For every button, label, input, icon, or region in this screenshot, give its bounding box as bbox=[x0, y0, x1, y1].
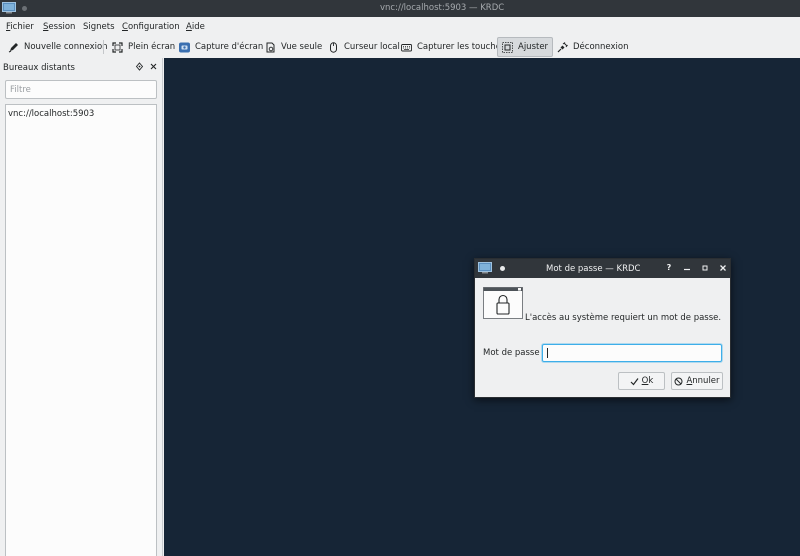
minimize-icon[interactable] bbox=[682, 263, 692, 273]
local-cursor-label: Curseur local bbox=[344, 42, 400, 52]
pen-icon bbox=[8, 42, 18, 52]
dialog-titlebar: Mot de passe — KRDC ? bbox=[475, 259, 730, 278]
scale-label: Ajuster bbox=[518, 42, 549, 52]
password-dialog: Mot de passe — KRDC ? L'accès au système… bbox=[474, 258, 731, 398]
disconnect-button[interactable]: Déconnexion bbox=[552, 37, 633, 57]
dialog-message: L'accès au système requiert un mot de pa… bbox=[525, 313, 722, 323]
list-item[interactable]: vnc://localhost:5903 bbox=[8, 109, 94, 119]
cancel-label: nnuler bbox=[692, 376, 720, 386]
password-label: Mot de passe : bbox=[483, 348, 546, 358]
window-titlebar: vnc://localhost:5903 — KRDC bbox=[0, 0, 800, 17]
cancel-button[interactable]: Annuler bbox=[671, 372, 723, 390]
disconnect-icon bbox=[557, 41, 568, 52]
menubar: Fichier Session Signets Configuration Ai… bbox=[0, 17, 800, 36]
menu-signets[interactable]: Signets bbox=[83, 22, 115, 32]
new-connection-button[interactable]: Nouvelle connexion bbox=[3, 37, 113, 57]
close-icon[interactable] bbox=[718, 263, 728, 273]
remote-desktops-panel: Bureaux distants vnc://localhost:5903 bbox=[0, 58, 163, 556]
keyboard-icon bbox=[401, 43, 412, 51]
scale-icon bbox=[502, 41, 513, 53]
krdc-app-icon[interactable] bbox=[478, 262, 492, 274]
filter-input[interactable] bbox=[5, 80, 157, 99]
grab-keys-label: Capturer les touches bbox=[417, 42, 506, 52]
menu-label: onfiguration bbox=[127, 22, 180, 32]
ok-button[interactable]: Ok bbox=[618, 372, 665, 390]
screenshot-button[interactable]: Capture d'écran bbox=[174, 37, 268, 57]
menu-label: ide bbox=[191, 22, 205, 32]
disconnect-label: Déconnexion bbox=[573, 42, 629, 52]
password-input[interactable] bbox=[542, 344, 722, 362]
toolbar-separator bbox=[103, 40, 104, 54]
float-icon[interactable] bbox=[135, 62, 144, 71]
dialog-title: Mot de passe — KRDC bbox=[546, 264, 641, 274]
fullscreen-button[interactable]: Plein écran bbox=[107, 37, 180, 57]
screenshot-label: Capture d'écran bbox=[195, 42, 264, 52]
menu-session[interactable]: Session bbox=[43, 22, 75, 32]
pin-icon[interactable] bbox=[500, 266, 505, 271]
view-only-icon bbox=[266, 42, 275, 52]
check-icon bbox=[630, 377, 639, 385]
menu-label: ession bbox=[48, 22, 76, 32]
camera-icon bbox=[179, 42, 190, 52]
close-icon[interactable] bbox=[149, 62, 158, 71]
menu-aide[interactable]: Aide bbox=[186, 22, 205, 32]
new-connection-label: Nouvelle connexion bbox=[24, 42, 108, 52]
menu-label: Signets bbox=[83, 22, 115, 32]
main-toolbar: Nouvelle connexion Plein écran Capture d… bbox=[0, 36, 800, 58]
ok-label: k bbox=[648, 376, 654, 386]
menu-configuration[interactable]: Configuration bbox=[122, 22, 180, 32]
fullscreen-icon bbox=[112, 41, 123, 53]
view-only-label: Vue seule bbox=[281, 42, 323, 52]
menu-label: ichier bbox=[10, 22, 34, 32]
grab-keys-button[interactable]: Capturer les touches bbox=[396, 37, 510, 57]
help-icon[interactable]: ? bbox=[664, 263, 674, 273]
maximize-icon[interactable] bbox=[700, 263, 710, 273]
remote-desktops-list[interactable]: vnc://localhost:5903 bbox=[5, 104, 157, 556]
scale-button[interactable]: Ajuster bbox=[497, 37, 554, 57]
local-cursor-button[interactable]: Curseur local bbox=[323, 37, 405, 57]
lock-icon bbox=[483, 287, 523, 319]
menu-fichier[interactable]: Fichier bbox=[6, 22, 34, 32]
panel-title: Bureaux distants bbox=[3, 63, 75, 73]
view-only-button[interactable]: Vue seule bbox=[260, 37, 327, 57]
cancel-icon bbox=[674, 377, 683, 385]
fullscreen-label: Plein écran bbox=[128, 42, 176, 52]
text-caret bbox=[547, 348, 548, 358]
mouse-icon bbox=[330, 41, 337, 53]
window-title: vnc://localhost:5903 — KRDC bbox=[380, 3, 505, 13]
